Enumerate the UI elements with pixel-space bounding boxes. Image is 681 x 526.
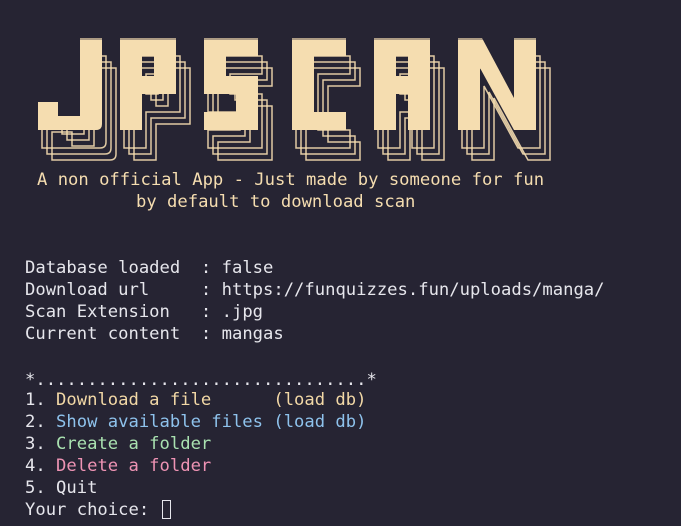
prompt-label: Your choice: bbox=[25, 500, 160, 520]
info-value: : .jpg bbox=[200, 302, 264, 322]
menu-item-number: 4. bbox=[25, 456, 57, 476]
info-value: : mangas bbox=[200, 324, 284, 344]
menu-item-number: 2. bbox=[25, 412, 57, 432]
info-database-loaded: Database loaded : false bbox=[25, 257, 273, 279]
menu-item-number: 5. bbox=[25, 478, 57, 498]
info-current-content: Current content : mangas bbox=[25, 323, 284, 345]
menu-item-number: 3. bbox=[25, 434, 57, 454]
menu-item-delete-folder[interactable]: 4. Delete a folder bbox=[25, 455, 211, 477]
menu-item-download-file[interactable]: 1. Download a file (load db) bbox=[25, 389, 366, 411]
info-key: Scan Extension bbox=[25, 302, 201, 322]
terminal-window: A non official App - Just made by someon… bbox=[0, 0, 681, 526]
menu-separator: *................................* bbox=[25, 370, 377, 390]
info-key: Database loaded bbox=[25, 258, 201, 278]
tagline-1: A non official App - Just made by someon… bbox=[37, 170, 545, 190]
menu-item-show-files[interactable]: 2. Show available files (load db) bbox=[25, 411, 366, 433]
menu-item-label: Quit bbox=[56, 478, 98, 498]
tagline-2: by default to download scan bbox=[136, 192, 416, 212]
terminal-cursor[interactable] bbox=[161, 500, 171, 519]
jpscan-logo bbox=[38, 38, 551, 161]
info-scan-extension: Scan Extension : .jpg bbox=[25, 301, 263, 323]
info-value: : false bbox=[200, 258, 274, 278]
menu-item-number: 1. bbox=[25, 390, 57, 410]
menu-item-label: Download a file (load db) bbox=[56, 390, 367, 410]
choice-prompt: Your choice: bbox=[25, 499, 171, 521]
info-value: : https://funquizzes.fun/uploads/manga/ bbox=[200, 280, 605, 300]
menu-item-create-folder[interactable]: 3. Create a folder bbox=[25, 433, 211, 455]
info-key: Download url bbox=[25, 280, 201, 300]
info-key: Current content bbox=[25, 324, 201, 344]
menu-item-quit[interactable]: 5. Quit bbox=[25, 477, 97, 499]
menu-item-label: Show available files (load db) bbox=[56, 412, 367, 432]
menu-item-label: Create a folder bbox=[56, 434, 212, 454]
menu-item-label: Delete a folder bbox=[56, 456, 212, 476]
info-download-url: Download url : https://funquizzes.fun/up… bbox=[25, 279, 604, 301]
